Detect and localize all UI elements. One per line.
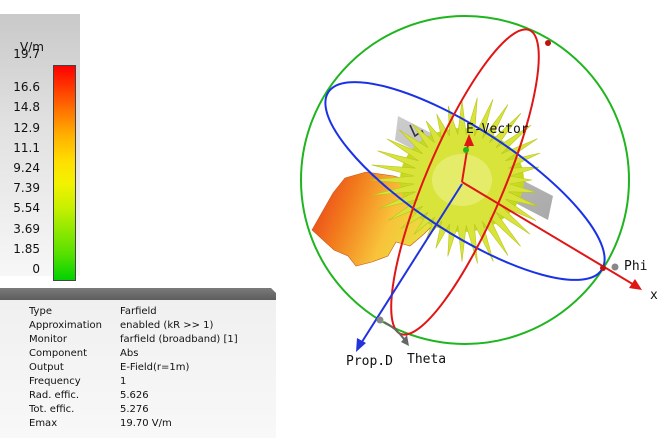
e-vector-origin (463, 147, 469, 153)
info-value: E-Field(r=1m) (120, 362, 190, 373)
x-axis-arrowhead (629, 279, 642, 290)
phi-marker (611, 263, 619, 271)
info-value: 19.70 V/m (120, 418, 172, 429)
info-row-frequency: Frequency 1 (0, 376, 276, 390)
theta-ring-top-marker (545, 40, 551, 46)
prop-direction-label: Prop.D (346, 354, 393, 369)
info-key: Approximation (29, 320, 102, 331)
info-value: 1 (120, 376, 127, 387)
info-value: 5.626 (120, 390, 149, 401)
info-row-output: Output E-Field(r=1m) (0, 362, 276, 376)
info-value: Farfield (120, 306, 157, 317)
info-key: Rad. effic. (29, 390, 80, 401)
info-key: Type (29, 306, 52, 317)
info-value: Abs (120, 348, 139, 359)
info-row-rad-effic: Rad. effic. 5.626 (0, 390, 276, 404)
info-value: enabled (kR >> 1) (120, 320, 214, 331)
info-row-monitor: Monitor farfield (broadband) [1] (0, 334, 276, 348)
prop-direction-arrowhead (356, 338, 366, 352)
info-row-emax: Emax 19.70 V/m (0, 418, 276, 432)
info-key: Component (29, 348, 88, 359)
info-row-component: Component Abs (0, 348, 276, 362)
e-vector-label: E-Vector (466, 122, 529, 137)
info-key: Tot. effic. (29, 404, 75, 415)
info-panel-header (0, 288, 276, 300)
theta-label: Theta (407, 352, 446, 367)
info-key: Frequency (29, 376, 81, 387)
theta-marker (376, 316, 384, 324)
info-key: Emax (29, 418, 58, 429)
info-row-type: Type Farfield (0, 306, 276, 320)
ring-crossing-marker (600, 265, 606, 271)
info-key: Output (29, 362, 64, 373)
info-value: farfield (broadband) [1] (120, 334, 238, 345)
info-value: 5.276 (120, 404, 149, 415)
info-row-tot-effic: Tot. effic. 5.276 (0, 404, 276, 418)
x-axis-label: x (650, 288, 658, 303)
info-key: Monitor (29, 334, 68, 345)
info-row-approximation: Approximation enabled (kR >> 1) (0, 320, 276, 334)
phi-label: Phi (624, 259, 647, 274)
info-panel: Type Farfield Approximation enabled (kR … (0, 300, 276, 438)
